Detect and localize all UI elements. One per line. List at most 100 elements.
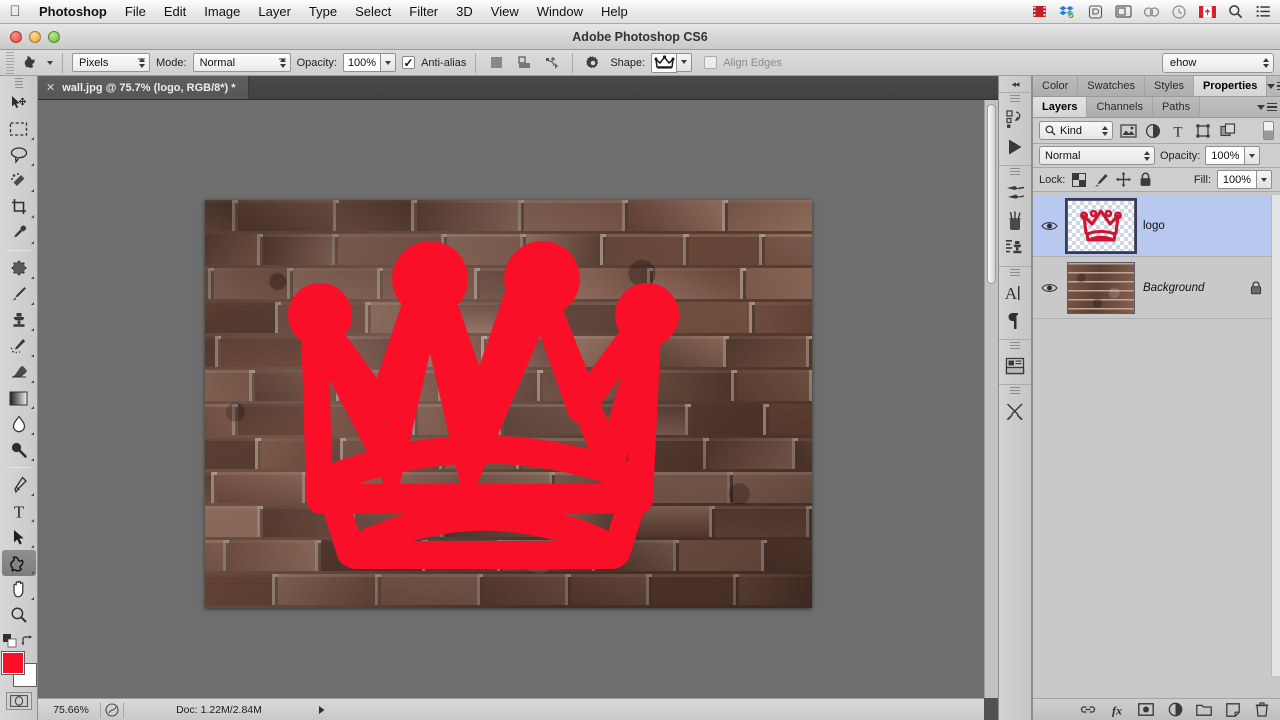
canvas-viewport[interactable] (38, 100, 984, 698)
add-layer-style-icon[interactable]: fx (1109, 702, 1125, 718)
lock-position-icon[interactable] (1115, 172, 1131, 188)
creative-cloud-icon[interactable] (1142, 4, 1160, 20)
character-panel-icon[interactable]: A (1000, 279, 1030, 307)
default-colors-icon[interactable] (3, 634, 17, 648)
menu-image[interactable]: Image (195, 0, 249, 24)
document-preview-icon[interactable] (101, 702, 123, 717)
crown-logo-thumbnail[interactable] (1065, 197, 1137, 254)
new-adjustment-layer-icon[interactable] (1167, 702, 1183, 718)
menu-file[interactable]: File (116, 0, 155, 24)
custom-shape-tool[interactable] (1, 550, 36, 576)
close-tab-icon[interactable]: ✕ (46, 81, 55, 94)
tab-properties[interactable]: Properties (1193, 76, 1268, 96)
path-arrangement-icon[interactable] (541, 53, 563, 73)
menu-window[interactable]: Window (528, 0, 592, 24)
dock-group-grip[interactable] (999, 267, 1031, 279)
opacity-dropdown-button[interactable] (381, 53, 397, 72)
menu-select[interactable]: Select (346, 0, 400, 24)
actions-panel-icon[interactable] (1000, 133, 1030, 161)
canvas-vertical-scrollbar[interactable] (984, 100, 998, 698)
layer-list[interactable]: logo Background (1033, 195, 1280, 676)
brush-panel-icon[interactable] (1000, 234, 1030, 262)
filter-adjustment-layers-icon[interactable] (1143, 121, 1163, 141)
apple-logo-icon[interactable]:  (0, 4, 30, 19)
workspace-select[interactable]: ehow (1162, 52, 1274, 73)
layer-visibility-toggle[interactable] (1039, 282, 1059, 294)
document-tab[interactable]: ✕ wall.jpg @ 75.7% (logo, RGB/8*) * (38, 76, 249, 99)
image-canvas[interactable] (205, 200, 812, 608)
zoom-level-input[interactable]: 75.66% (38, 704, 100, 716)
dock-group-grip[interactable] (999, 385, 1031, 397)
lock-image-pixels-icon[interactable] (1093, 172, 1109, 188)
toolbox-grip[interactable] (0, 76, 37, 90)
crop-tool[interactable] (2, 194, 36, 220)
dodge-tool[interactable] (2, 437, 36, 463)
options-bar-grip[interactable] (6, 51, 14, 74)
layer-fill-input[interactable]: 100% (1217, 170, 1257, 189)
shape-mode-select[interactable]: Pixels (72, 53, 150, 72)
lasso-tool[interactable] (2, 142, 36, 168)
quick-selection-tool[interactable] (2, 168, 36, 194)
time-machine-icon[interactable] (1170, 4, 1188, 20)
delete-layer-icon[interactable] (1254, 702, 1270, 718)
clone-stamp-tool[interactable] (2, 307, 36, 333)
foreground-color-swatch[interactable] (1, 652, 24, 674)
tab-channels[interactable]: Channels (1087, 97, 1153, 117)
blur-tool[interactable] (2, 411, 36, 437)
zoom-tool[interactable] (2, 602, 36, 628)
dock-group-grip[interactable] (999, 166, 1031, 178)
tab-paths[interactable]: Paths (1152, 97, 1201, 117)
paragraph-panel-icon[interactable] (1000, 307, 1030, 335)
menu-help[interactable]: Help (592, 0, 637, 24)
filter-smart-objects-icon[interactable] (1218, 121, 1238, 141)
add-layer-mask-icon[interactable] (1138, 702, 1154, 718)
dock-group-grip[interactable] (999, 93, 1031, 105)
eraser-tool[interactable] (2, 359, 36, 385)
new-group-icon[interactable] (1196, 702, 1212, 718)
panel-menu-icon[interactable] (1267, 76, 1280, 96)
adjustments-panel-icon[interactable] (1000, 397, 1030, 425)
filter-pixel-layers-icon[interactable] (1118, 121, 1138, 141)
layer-list-scrollbar[interactable] (1271, 195, 1280, 676)
layer-fill-dropdown-button[interactable] (1257, 170, 1272, 189)
tab-color[interactable]: Color (1033, 76, 1079, 96)
history-panel-icon[interactable] (1000, 105, 1030, 133)
new-layer-icon[interactable] (1225, 702, 1241, 718)
menu-edit[interactable]: Edit (155, 0, 195, 24)
link-layers-icon[interactable] (1080, 702, 1096, 718)
brick-wall-thumbnail[interactable] (1067, 261, 1135, 314)
tab-layers[interactable]: Layers (1033, 97, 1088, 117)
spot-healing-brush-tool[interactable] (2, 255, 36, 281)
pen-tool[interactable] (2, 472, 36, 498)
swap-colors-icon[interactable] (21, 634, 34, 648)
menu-app-name[interactable]: Photoshop (30, 0, 116, 24)
layer-opacity-dropdown-button[interactable] (1245, 146, 1261, 165)
tool-presets-panel-icon[interactable] (1000, 178, 1030, 206)
collapse-panels-icon[interactable]: ◂◂ (999, 76, 1031, 92)
canada-flag-icon[interactable] (1198, 4, 1216, 20)
layer-blend-mode-select[interactable]: Normal (1039, 146, 1155, 165)
geometry-options-gear-icon[interactable] (582, 53, 604, 73)
quick-mask-icon[interactable] (5, 692, 32, 710)
path-operations-icon[interactable] (485, 53, 507, 73)
shape-preset-dropdown-button[interactable] (677, 52, 693, 72)
lock-transparent-pixels-icon[interactable] (1071, 172, 1087, 188)
horizontal-type-tool[interactable]: T (2, 498, 36, 524)
history-brush-tool[interactable] (2, 333, 36, 359)
display-icon[interactable] (1114, 4, 1132, 20)
brush-presets-panel-icon[interactable] (1000, 206, 1030, 234)
status-menu-arrow-icon[interactable] (314, 705, 330, 715)
menu-3d[interactable]: 3D (447, 0, 482, 24)
path-selection-tool[interactable] (2, 524, 36, 550)
anti-alias-checkbox[interactable] (402, 56, 416, 69)
screen-recorder-icon[interactable] (1030, 4, 1048, 20)
shape-preset-picker[interactable] (651, 52, 693, 73)
layer-name-logo[interactable]: logo (1143, 220, 1165, 232)
blend-mode-select[interactable]: Normal (192, 53, 291, 72)
layer-visibility-toggle[interactable] (1039, 220, 1059, 232)
layer-opacity-input[interactable]: 100% (1205, 146, 1246, 165)
notification-center-icon[interactable] (1254, 4, 1272, 20)
gradient-tool[interactable] (2, 385, 36, 411)
tool-preset-caret-icon[interactable] (47, 60, 53, 65)
brush-tool[interactable] (2, 281, 36, 307)
